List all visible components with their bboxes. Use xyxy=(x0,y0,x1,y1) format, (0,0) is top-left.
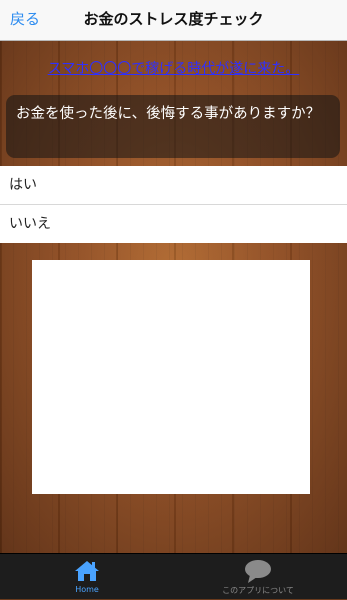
tab-bar: Home このアプリについて xyxy=(0,553,347,599)
tab-about[interactable]: このアプリについて xyxy=(200,554,316,600)
home-icon xyxy=(74,559,100,587)
question-box: お金を使った後に、後悔する事がありますか？ xyxy=(6,95,340,158)
tab-about-label: このアプリについて xyxy=(222,586,294,595)
answer-no[interactable]: いいえ xyxy=(0,205,347,243)
answer-yes[interactable]: はい xyxy=(0,166,347,205)
answer-list: はい いいえ xyxy=(0,166,347,243)
tab-home-label: Home xyxy=(75,585,99,594)
navigation-bar: お金のストレス度チェック 戻る xyxy=(0,0,347,41)
tab-home[interactable]: Home xyxy=(55,554,119,600)
page-title: お金のストレス度チェック xyxy=(83,10,264,28)
promo-link[interactable]: スマホ〇〇〇で稼げる時代が遂に来た。 xyxy=(0,58,347,78)
back-button[interactable]: 戻る xyxy=(10,0,40,41)
ad-banner[interactable] xyxy=(32,260,310,494)
